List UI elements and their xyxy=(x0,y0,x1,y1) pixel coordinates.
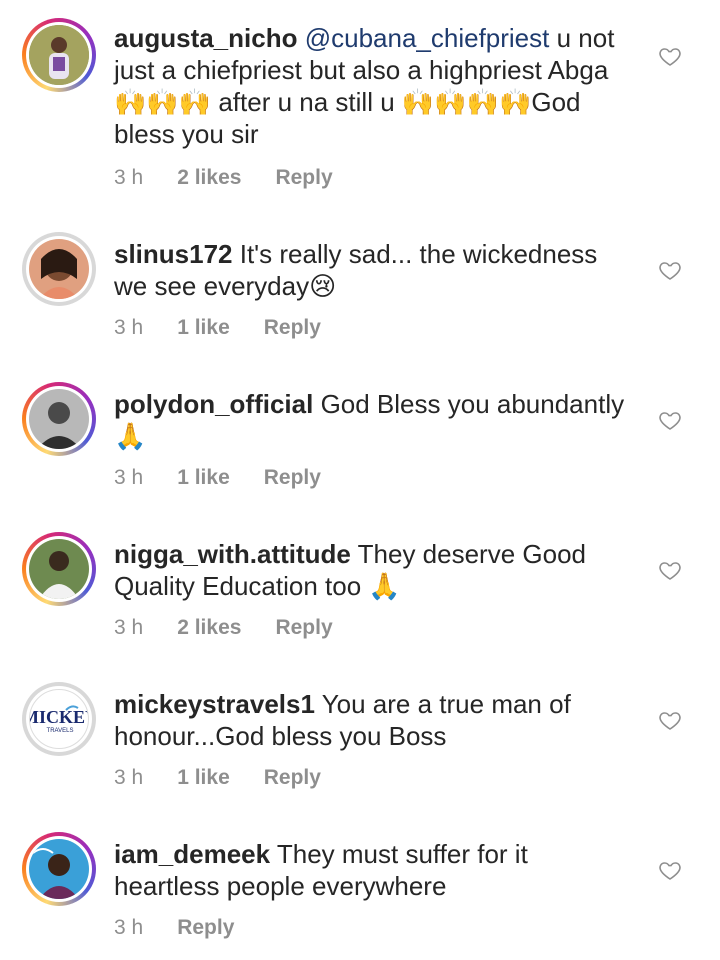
comment-meta: 3 h Reply xyxy=(114,916,268,940)
logo-text: MICKEY xyxy=(30,707,89,727)
heart-icon[interactable] xyxy=(658,558,682,582)
reply-button[interactable]: Reply xyxy=(177,916,234,940)
comment-username[interactable]: iam_demeek xyxy=(114,839,270,869)
reply-button[interactable]: Reply xyxy=(264,316,321,340)
comment-meta: 3 h 1 like Reply xyxy=(114,466,355,490)
comment-text: polydon_official God Bless you abundantl… xyxy=(114,388,634,452)
comment-time: 3 h xyxy=(114,166,144,189)
comment-username[interactable]: polydon_official xyxy=(114,389,313,419)
avatar[interactable] xyxy=(22,382,96,456)
comment-text: nigga_with.attitude They deserve Good Qu… xyxy=(114,538,634,602)
avatar-photo-icon xyxy=(29,239,89,299)
comment-username[interactable]: augusta_nicho xyxy=(114,23,297,53)
comment-username[interactable]: slinus172 xyxy=(114,239,233,269)
reply-button[interactable]: Reply xyxy=(264,766,321,790)
avatar[interactable]: MICKEY TRAVELS xyxy=(22,682,96,756)
heart-icon[interactable] xyxy=(658,258,682,282)
avatar[interactable] xyxy=(22,532,96,606)
comment-text: slinus172 It's really sad... the wickedn… xyxy=(114,238,634,302)
comment-likes[interactable]: 1 like xyxy=(177,466,230,490)
comment-likes[interactable]: 1 like xyxy=(177,766,230,790)
comment-meta: 3 h 2 likes Reply xyxy=(114,616,367,640)
comment-time: 3 h xyxy=(114,616,144,639)
comment-likes[interactable]: 2 likes xyxy=(177,616,241,640)
heart-icon[interactable] xyxy=(658,858,682,882)
comment-meta: 3 h 1 like Reply xyxy=(114,766,355,790)
mickey-travels-logo-icon: MICKEY TRAVELS xyxy=(29,689,89,749)
comment-time: 3 h xyxy=(114,466,144,489)
comment-likes[interactable]: 2 likes xyxy=(177,166,241,190)
comment-text: iam_demeek They must suffer for it heart… xyxy=(114,838,634,902)
avatar-photo-icon xyxy=(29,389,89,449)
comment-meta: 3 h 2 likes Reply xyxy=(114,166,367,190)
comment-time: 3 h xyxy=(114,916,144,939)
avatar[interactable] xyxy=(22,232,96,306)
avatar[interactable] xyxy=(22,18,96,92)
comment-text: augusta_nicho @cubana_chiefpriest u not … xyxy=(114,22,634,150)
comment-mention[interactable]: @cubana_chiefpriest xyxy=(305,23,550,53)
heart-icon[interactable] xyxy=(658,44,682,68)
avatar[interactable] xyxy=(22,832,96,906)
reply-button[interactable]: Reply xyxy=(275,166,332,190)
comment-meta: 3 h 1 like Reply xyxy=(114,316,355,340)
heart-icon[interactable] xyxy=(658,708,682,732)
comment-likes[interactable]: 1 like xyxy=(177,316,230,340)
comment-username[interactable]: nigga_with.attitude xyxy=(114,539,351,569)
logo-subtext: TRAVELS xyxy=(47,728,74,734)
comment-time: 3 h xyxy=(114,766,144,789)
comment-username[interactable]: mickeystravels1 xyxy=(114,689,315,719)
avatar-photo-icon xyxy=(29,539,89,599)
heart-icon[interactable] xyxy=(658,408,682,432)
reply-button[interactable]: Reply xyxy=(264,466,321,490)
reply-button[interactable]: Reply xyxy=(275,616,332,640)
comment-time: 3 h xyxy=(114,316,144,339)
avatar-photo-icon xyxy=(29,25,89,85)
avatar-photo-icon xyxy=(29,839,89,899)
comment-text: mickeystravels1 You are a true man of ho… xyxy=(114,688,634,752)
